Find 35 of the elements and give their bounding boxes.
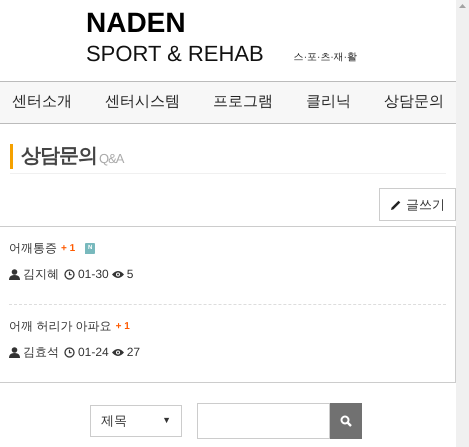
page-subtitle: Q&A [99, 150, 124, 168]
post-title-link[interactable]: 어깨통증 [9, 239, 57, 257]
search-icon [340, 415, 352, 427]
comment-count: + 1 [61, 242, 76, 256]
write-button[interactable]: 글쓰기 [379, 188, 456, 221]
post-date: 01-24 [78, 344, 109, 361]
nav-link[interactable]: 클리닉 [306, 91, 351, 114]
eye-icon [112, 270, 124, 278]
logo-tagline: 스·포·츠·재·활 [294, 51, 358, 65]
comment-count: + 1 [116, 320, 130, 334]
view-count: 5 [126, 266, 134, 283]
nav-link[interactable]: 상담문의 [384, 91, 444, 114]
clock-icon [64, 268, 75, 280]
post-title-link[interactable]: 어깨 허리가 아파요 [9, 317, 112, 335]
search-field-select[interactable]: 제목 ▼ [90, 405, 182, 437]
logo-name: NADEN [86, 6, 186, 40]
search-button[interactable] [330, 403, 362, 439]
title-accent-bar [10, 144, 13, 169]
eye-icon [112, 348, 124, 356]
nav-link[interactable]: 센터시스템 [105, 91, 180, 114]
search-input[interactable] [197, 403, 330, 439]
post-date: 01-30 [78, 266, 109, 283]
nav-link[interactable]: 센터소개 [12, 91, 72, 114]
logo-subtitle: SPORT & REHAB [86, 40, 264, 68]
user-icon [9, 346, 20, 358]
scrollbar[interactable] [456, 0, 469, 447]
post-author: 김지혜 [23, 266, 59, 283]
nav-link[interactable]: 프로그램 [213, 91, 273, 114]
scroll-up-icon[interactable] [459, 4, 466, 8]
post-author: 김효석 [23, 344, 59, 361]
pencil-icon [390, 198, 402, 210]
user-icon [9, 268, 20, 280]
view-count: 27 [126, 344, 140, 361]
clock-icon [64, 346, 75, 358]
page-title: 상담문의 [21, 144, 97, 169]
